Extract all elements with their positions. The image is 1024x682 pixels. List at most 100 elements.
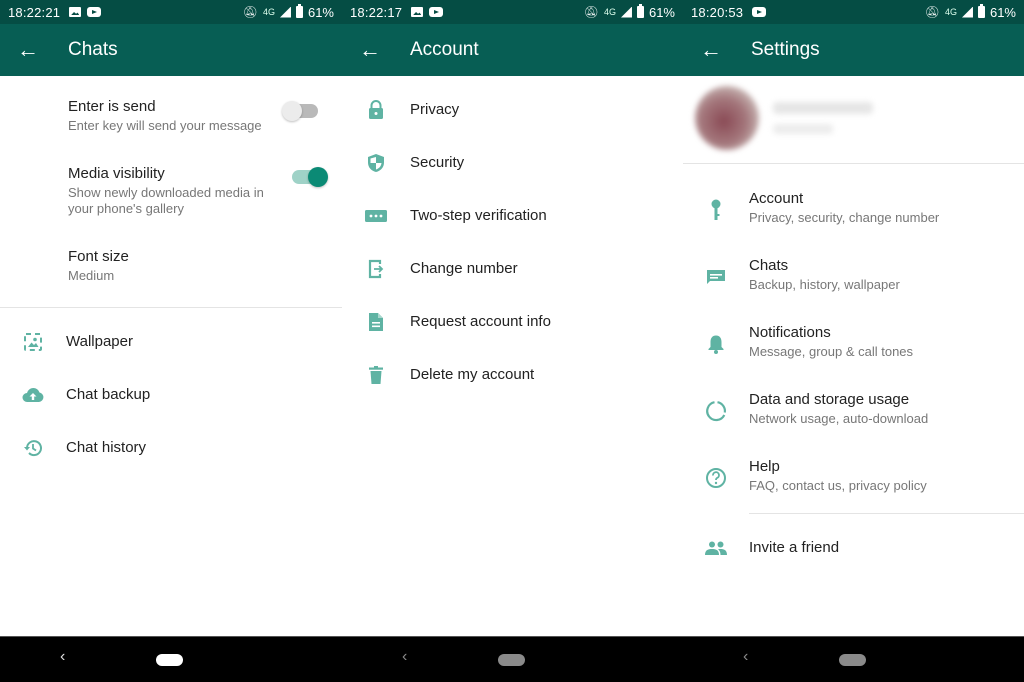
history-icon xyxy=(0,438,66,458)
nav-home-button[interactable] xyxy=(839,654,866,666)
notifications-off-icon: 🔕︎ xyxy=(242,5,258,19)
delete-my-account-item[interactable]: Delete my account xyxy=(342,348,683,401)
arrow-left-icon[interactable]: ← xyxy=(0,39,56,61)
wallpaper-item[interactable]: Wallpaper xyxy=(0,315,342,368)
setting-subtitle: Show newly downloaded media in your phon… xyxy=(68,185,264,216)
account-settings-screen: 18:22:17 🔕︎ 4G 61% ← Account Privacy Sec… xyxy=(342,0,683,682)
item-subtitle: FAQ, contact us, privacy policy xyxy=(749,478,927,493)
settings-item-data-storage[interactable]: Data and storage usage Network usage, au… xyxy=(683,377,1024,444)
item-title: Notifications xyxy=(749,324,831,341)
screenshots-collage: 18:22:21 🔕︎ 4G 61% ← Chats Enter is send… xyxy=(0,0,1024,682)
status-time: 18:22:21 xyxy=(8,4,61,20)
arrow-left-icon[interactable]: ← xyxy=(342,39,398,61)
item-title: Data and storage usage xyxy=(749,391,910,408)
setting-title: Font size xyxy=(68,248,129,265)
item-label: Privacy xyxy=(410,101,460,118)
item-label: Change number xyxy=(410,260,518,277)
page-title: Account xyxy=(410,39,479,60)
chat-history-item[interactable]: Chat history xyxy=(0,421,342,474)
network-type: 4G xyxy=(262,7,275,17)
status-bar: 18:22:21 🔕︎ 4G 61% xyxy=(0,0,342,24)
notifications-off-icon: 🔕︎ xyxy=(583,5,599,19)
shield-icon xyxy=(342,153,410,173)
cloud-upload-icon xyxy=(0,387,66,403)
avatar xyxy=(695,86,759,150)
invite-friend-item[interactable]: Invite a friend xyxy=(683,521,1024,574)
battery-percent: 61% xyxy=(989,4,1016,20)
battery-icon xyxy=(977,4,985,18)
nav-back-button[interactable]: ‹ xyxy=(743,648,748,666)
profile-row[interactable] xyxy=(683,76,1024,163)
people-icon xyxy=(683,541,749,555)
battery-icon xyxy=(636,4,644,18)
media-visibility-setting[interactable]: Media visibility Show newly downloaded m… xyxy=(68,165,270,217)
arrow-left-icon[interactable]: ← xyxy=(683,39,739,61)
lock-icon xyxy=(342,99,410,120)
item-title: Chats xyxy=(749,257,789,274)
item-label: Security xyxy=(410,154,465,171)
toggle-knob xyxy=(282,101,302,121)
request-account-info-item[interactable]: Request account info xyxy=(342,295,683,348)
signal-icon xyxy=(620,6,632,18)
settings-item-account[interactable]: Account Privacy, security, change number xyxy=(683,176,1024,243)
status-time: 18:20:53 xyxy=(691,4,744,20)
item-subtitle: Backup, history, wallpaper xyxy=(749,277,900,292)
network-type: 4G xyxy=(944,7,957,17)
app-bar: ← Settings xyxy=(683,24,1024,76)
item-subtitle: Network usage, auto-download xyxy=(749,411,929,426)
battery-icon xyxy=(295,4,303,18)
item-title: Help xyxy=(749,458,780,475)
image-icon xyxy=(69,7,82,17)
nav-back-button[interactable]: ‹ xyxy=(60,648,65,666)
security-item[interactable]: Security xyxy=(342,136,683,189)
divider xyxy=(0,307,342,308)
youtube-icon xyxy=(752,7,767,17)
toggle-knob xyxy=(308,167,328,187)
key-icon xyxy=(703,176,729,243)
profile-status-blurred xyxy=(773,124,833,134)
item-label: Request account info xyxy=(410,313,551,330)
item-label: Delete my account xyxy=(410,366,535,383)
chat-backup-item[interactable]: Chat backup xyxy=(0,368,342,421)
settings-item-chats[interactable]: Chats Backup, history, wallpaper xyxy=(683,243,1024,310)
nav-back-button[interactable]: ‹ xyxy=(402,648,407,666)
app-bar: ← Chats xyxy=(0,24,342,76)
item-label: Two-step verification xyxy=(410,207,547,224)
setting-title: Media visibility xyxy=(68,165,165,182)
divider xyxy=(749,513,1024,514)
enter-is-send-toggle[interactable] xyxy=(282,101,318,121)
app-bar: ← Account xyxy=(342,24,683,76)
item-label: Chat backup xyxy=(66,386,151,403)
change-number-item[interactable]: Change number xyxy=(342,242,683,295)
system-nav-bar: ‹ xyxy=(0,636,342,682)
media-visibility-toggle[interactable] xyxy=(292,167,328,187)
signal-icon xyxy=(279,6,291,18)
status-time: 18:22:17 xyxy=(350,4,403,20)
notifications-off-icon: 🔕︎ xyxy=(924,5,940,19)
nav-home-button[interactable] xyxy=(156,654,183,666)
bell-icon xyxy=(703,310,729,377)
status-bar: 18:20:53 🔕︎ 4G 61% xyxy=(683,0,1024,24)
signal-icon xyxy=(961,6,973,18)
youtube-icon xyxy=(87,7,102,17)
privacy-item[interactable]: Privacy xyxy=(342,83,683,136)
document-icon xyxy=(342,312,410,332)
help-icon xyxy=(703,444,729,511)
data-usage-icon xyxy=(703,377,729,444)
system-nav-bar: ‹ xyxy=(342,636,683,682)
system-nav-bar: ‹ xyxy=(683,636,1024,682)
font-size-setting[interactable]: Font size Medium xyxy=(68,248,322,284)
divider xyxy=(683,163,1024,164)
item-subtitle: Message, group & call tones xyxy=(749,344,914,359)
settings-item-help[interactable]: Help FAQ, contact us, privacy policy xyxy=(683,444,1024,511)
profile-name-blurred xyxy=(773,102,873,114)
network-type: 4G xyxy=(603,7,616,17)
two-step-verification-item[interactable]: Two-step verification xyxy=(342,189,683,242)
settings-list: Account Privacy, security, change number… xyxy=(683,76,1024,636)
account-settings-list: Privacy Security Two-step verification C… xyxy=(342,76,683,636)
settings-item-notifications[interactable]: Notifications Message, group & call tone… xyxy=(683,310,1024,377)
chats-settings-screen: 18:22:21 🔕︎ 4G 61% ← Chats Enter is send… xyxy=(0,0,342,682)
page-title: Settings xyxy=(751,39,820,60)
nav-home-button[interactable] xyxy=(498,654,525,666)
wallpaper-icon xyxy=(0,332,66,352)
